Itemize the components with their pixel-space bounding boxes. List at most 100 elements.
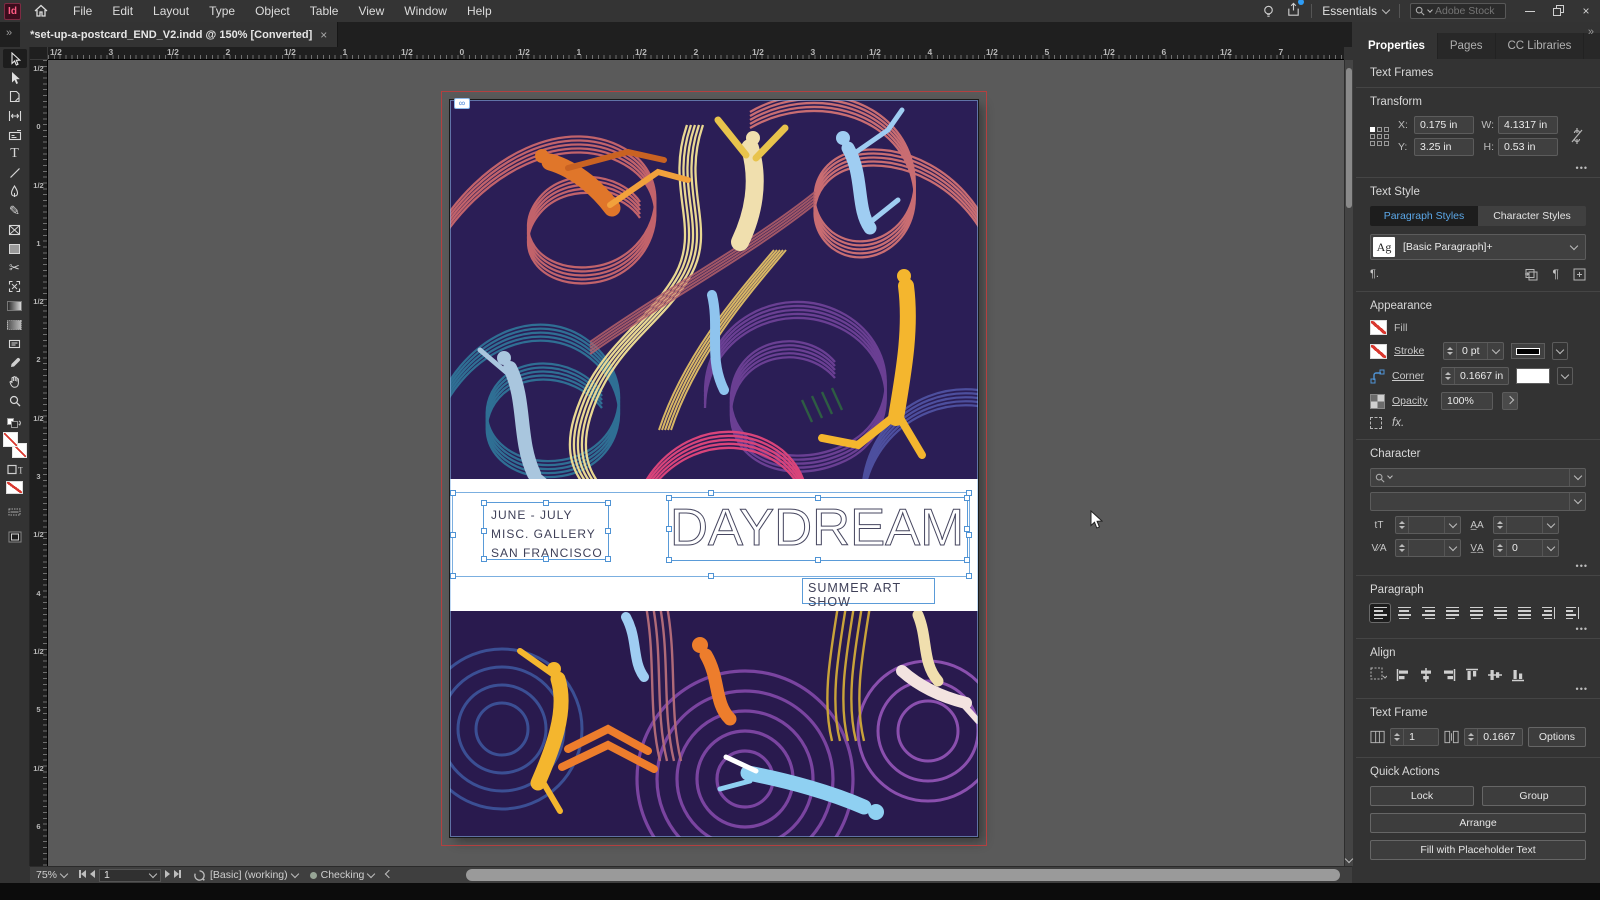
chevron-down-icon[interactable]: [1444, 540, 1460, 556]
selection-handle[interactable]: [964, 557, 970, 563]
ruler-corner[interactable]: [30, 47, 48, 60]
paragraph-styles-tab[interactable]: Paragraph Styles: [1370, 206, 1478, 226]
more-options-icon[interactable]: •••: [1576, 561, 1588, 571]
line-tool[interactable]: [3, 163, 27, 182]
direct-selection-tool[interactable]: [3, 68, 27, 87]
postcard-illustration-bottom[interactable]: [450, 611, 978, 837]
more-options-icon[interactable]: •••: [1576, 624, 1588, 634]
lock-button[interactable]: Lock: [1370, 786, 1474, 806]
font-family-dropdown[interactable]: [1370, 468, 1586, 487]
menu-item[interactable]: File: [63, 1, 102, 21]
subtitle-text-frame[interactable]: SUMMER ART SHOW: [802, 578, 935, 609]
search-input[interactable]: [1435, 5, 1501, 17]
new-style-icon[interactable]: [1573, 268, 1586, 281]
note-tool[interactable]: [3, 334, 27, 353]
screen-mode-button[interactable]: [3, 527, 27, 546]
next-page-button[interactable]: [165, 869, 171, 881]
preflight-profile[interactable]: [Basic] (working): [210, 869, 288, 881]
selection-handle[interactable]: [543, 500, 549, 506]
fill-placeholder-button[interactable]: Fill with Placeholder Text: [1370, 840, 1586, 860]
dates-text-frame[interactable]: JUNE - JULY MISC. GALLERY SAN FRANCISCO: [481, 500, 611, 562]
w-field[interactable]: 4.1317 in: [1498, 116, 1558, 134]
horizontal-ruler[interactable]: 1/2 3 1/2 2 1/2 1 1/2 0 1/2 1 1/2 2 1/2 3 1/2 4 1/2 5 1/2 6…: [48, 47, 1344, 60]
stock-search-field[interactable]: [1410, 3, 1506, 19]
redefine-style-icon[interactable]: [1524, 268, 1539, 281]
y-field[interactable]: 3.25 in: [1414, 138, 1474, 156]
panel-collapse-icon[interactable]: »: [6, 27, 12, 39]
menu-item[interactable]: Edit: [102, 1, 143, 21]
fill-color-swatch[interactable]: [1370, 320, 1387, 335]
pen-tool[interactable]: [3, 182, 27, 201]
default-fill-stroke-icon[interactable]: [3, 416, 27, 430]
stroke-color-swatch[interactable]: [1370, 343, 1387, 359]
align-vertical-centers-button[interactable]: [1488, 668, 1502, 682]
selection-handle[interactable]: [481, 556, 487, 562]
type-tool[interactable]: T: [3, 144, 27, 163]
align-horizontal-centers-button[interactable]: [1419, 667, 1433, 682]
tab-pages[interactable]: Pages: [1438, 33, 1496, 59]
menu-item[interactable]: Layout: [143, 1, 199, 21]
selection-handle[interactable]: [815, 557, 821, 563]
selection-handle[interactable]: [708, 490, 714, 496]
character-styles-tab[interactable]: Character Styles: [1478, 206, 1586, 226]
align-left-button[interactable]: [1369, 603, 1391, 623]
panel-expand-icon[interactable]: »: [1588, 26, 1594, 38]
selection-handle[interactable]: [666, 526, 672, 532]
font-style-dropdown[interactable]: [1370, 492, 1586, 511]
stroke-style-dropdown[interactable]: [1552, 342, 1568, 360]
selection-handle[interactable]: [543, 556, 549, 562]
scrollbar-thumb[interactable]: [466, 869, 1340, 881]
font-size-stepper[interactable]: [1395, 516, 1461, 534]
columns-stepper[interactable]: 1: [1390, 728, 1440, 746]
corner-radius-stepper[interactable]: 0.1667 in: [1441, 367, 1510, 385]
align-right-button[interactable]: [1418, 604, 1438, 622]
chevron-down-icon[interactable]: [1444, 517, 1460, 533]
scissors-tool[interactable]: ✂: [3, 258, 27, 277]
justify-last-center-button[interactable]: [1466, 604, 1486, 622]
constrain-proportions-icon[interactable]: [1571, 126, 1583, 146]
kerning-stepper[interactable]: [1395, 539, 1461, 557]
selection-handle[interactable]: [450, 490, 456, 496]
style-override-icon[interactable]: ¶: [1553, 267, 1559, 281]
selection-handle[interactable]: [666, 557, 672, 563]
text-frame-options-button[interactable]: Options: [1527, 727, 1586, 747]
canvas-vertical-scrollbar[interactable]: [1344, 60, 1354, 866]
group-button[interactable]: Group: [1482, 786, 1586, 806]
corner-shape-preview[interactable]: [1516, 368, 1551, 384]
justify-all-button[interactable]: [1514, 604, 1534, 622]
selection-handle[interactable]: [964, 495, 970, 501]
justify-last-left-button[interactable]: [1442, 604, 1462, 622]
hand-tool[interactable]: [3, 372, 27, 391]
home-icon[interactable]: [33, 3, 49, 19]
selection-handle[interactable]: [450, 531, 456, 538]
vertical-ruler[interactable]: 1/2 0 1/2 1 1/2 2 1/2 3 1/2 4 1/2 5 1/2 6: [30, 60, 48, 866]
selection-handle[interactable]: [605, 528, 611, 534]
free-transform-tool[interactable]: [3, 277, 27, 296]
selection-handle[interactable]: [481, 528, 487, 534]
tracking-stepper[interactable]: 0: [1493, 539, 1559, 557]
align-right-edges-button[interactable]: [1442, 668, 1456, 682]
gutter-stepper[interactable]: 0.1667: [1464, 728, 1523, 746]
previous-page-button[interactable]: [90, 869, 96, 881]
selection-handle[interactable]: [666, 495, 672, 501]
zoom-tool[interactable]: [3, 391, 27, 410]
last-page-button[interactable]: [174, 869, 182, 881]
preflight-status-text[interactable]: Checking: [321, 869, 365, 881]
selection-handle[interactable]: [964, 526, 970, 532]
opacity-value[interactable]: 100%: [1441, 392, 1493, 410]
scroll-left-icon[interactable]: [385, 869, 394, 878]
menu-item[interactable]: Window: [394, 1, 457, 21]
pilcrow-icon[interactable]: ¶.: [1370, 268, 1379, 280]
object-effects-icon[interactable]: [1370, 417, 1382, 429]
selection-handle[interactable]: [966, 531, 972, 538]
stroke-style-preview[interactable]: [1511, 343, 1545, 359]
font-family-chevron[interactable]: [1569, 469, 1585, 486]
page-number-field[interactable]: 1: [99, 868, 162, 882]
restore-button[interactable]: [1544, 0, 1572, 22]
stroke-link[interactable]: Stroke: [1394, 345, 1436, 357]
gradient-swatch-tool[interactable]: [3, 296, 27, 315]
menu-item[interactable]: Help: [457, 1, 502, 21]
apply-none-button[interactable]: [3, 479, 27, 496]
tab-close-icon[interactable]: ×: [320, 28, 327, 42]
scrollbar-thumb[interactable]: [1346, 68, 1352, 208]
